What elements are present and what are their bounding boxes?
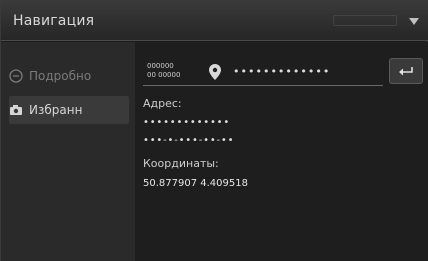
postal-code-line2: 00 00000 [147,71,181,79]
coordinates-value: 50.877907 4.409518 [143,178,248,189]
signal-icon [409,18,419,25]
back-button[interactable] [389,58,423,84]
destination-search[interactable]: 000000 00 00000 ••••••••••••• [143,58,383,86]
details-panel: 000000 00 00000 ••••••••••••• Адрес: •••… [135,42,428,261]
address-line-1: ••••••••••••• [143,117,231,128]
title-bar: Навигация [1,1,428,41]
info-icon [9,69,23,83]
destination-text: ••••••••••••• [233,65,331,78]
sidebar-item-label: Избранн [29,103,83,117]
return-icon [399,67,413,76]
sidebar-item-details[interactable]: Подробно [9,62,129,90]
sidebar-item-label: Подробно [29,69,92,83]
postal-code-line1: 000000 [147,62,174,70]
sidebar-item-favorites[interactable]: Избранн [9,96,129,124]
status-area [333,15,397,26]
address-label: Адрес: [143,97,182,110]
page-title: Навигация [13,13,95,29]
sidebar: Подробно Избранн [1,42,135,261]
address-line-2: •••-•-•••-••-•• [143,135,235,146]
camera-icon [10,105,22,115]
navigation-window: Навигация Подробно Избранн 000000 00 000… [0,0,428,261]
coordinates-label: Координаты: [143,157,219,170]
location-pin-icon [209,64,221,80]
postal-code: 000000 00 00000 [147,62,203,82]
